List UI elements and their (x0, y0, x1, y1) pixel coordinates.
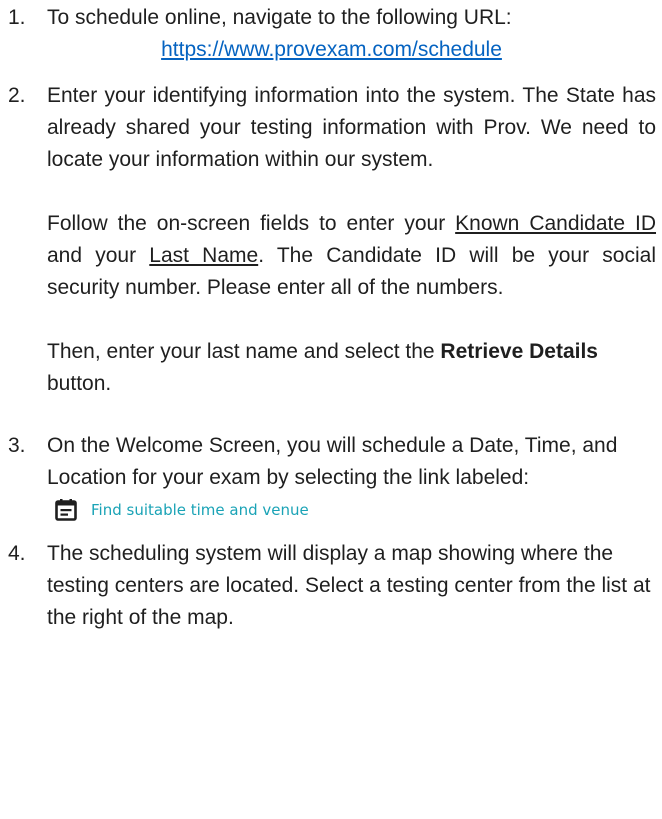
step-3-text: On the Welcome Screen, you will schedule… (47, 434, 618, 489)
step-2-paragraph-1: Enter your identifying information into … (47, 84, 656, 171)
instructions-document: 1. To schedule online, navigate to the f… (0, 0, 662, 634)
step-2-p3-text-a: Then, enter your last name and select th… (47, 340, 441, 363)
step-3: 3. On the Welcome Screen, you will sched… (0, 430, 662, 526)
step-1-text: To schedule online, navigate to the foll… (47, 6, 512, 29)
step-2-paragraph-2: Follow the on-screen fields to enter you… (47, 208, 656, 304)
step-2-p3-text-b: button. (47, 372, 112, 395)
known-candidate-id-label: Known Candidate ID (455, 212, 657, 235)
calendar-icon (55, 499, 77, 521)
step-3-number: 3. (8, 434, 26, 457)
find-time-venue-link[interactable]: Find suitable time and venue (47, 494, 656, 526)
step-4: 4. The scheduling system will display a … (0, 538, 662, 634)
step-1: 1. To schedule online, navigate to the f… (0, 2, 662, 66)
step-2-number: 2. (8, 84, 26, 107)
last-name-label: Last Name (149, 244, 259, 267)
step-1-number: 1. (8, 6, 26, 29)
step-4-text: The scheduling system will display a map… (47, 542, 651, 629)
find-time-venue-label[interactable]: Find suitable time and venue (91, 494, 309, 526)
step-2: 2. Enter your identifying information in… (0, 80, 662, 400)
schedule-url-line: https://www.provexam.com/schedule (47, 34, 656, 66)
step-2-p2-text-a: Follow the on-screen fields to enter you… (47, 212, 456, 235)
retrieve-details-label: Retrieve Details (440, 340, 598, 363)
schedule-url-link[interactable]: https://www.provexam.com/schedule (161, 38, 502, 61)
step-4-number: 4. (8, 542, 26, 565)
step-2-paragraph-3: Then, enter your last name and select th… (47, 336, 656, 400)
step-2-p2-text-b: and your (47, 244, 150, 267)
